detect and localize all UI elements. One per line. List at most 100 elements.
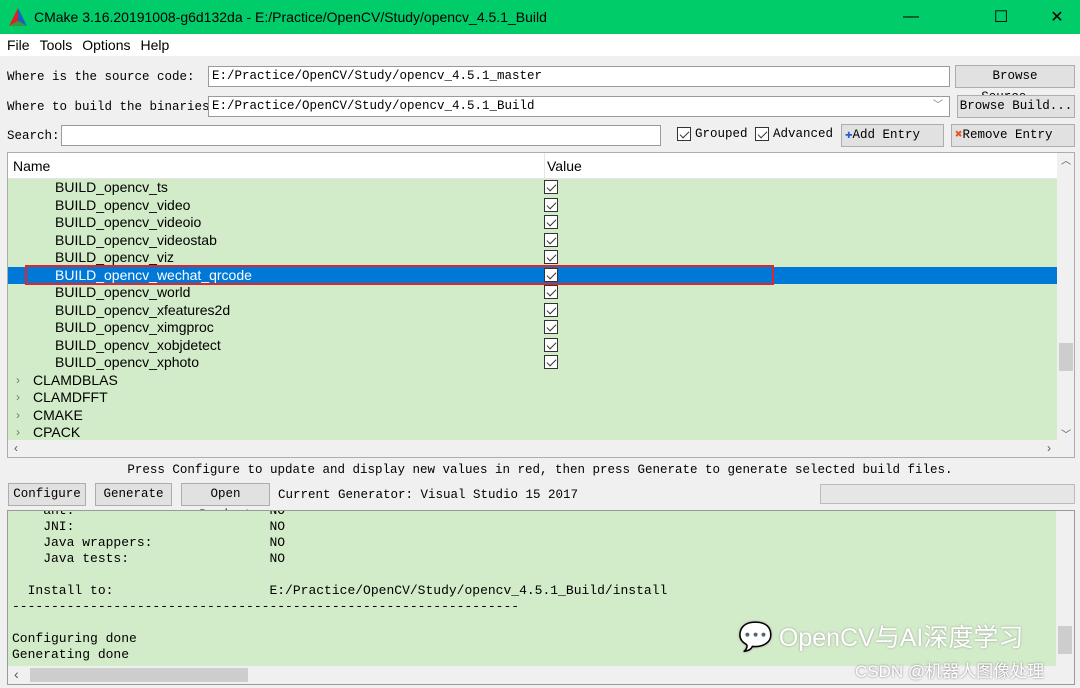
remove-entry-button[interactable]: ✖Remove Entry xyxy=(951,124,1075,147)
add-entry-button[interactable]: ✚Add Entry xyxy=(841,124,944,147)
row-name: CLAMDFFT xyxy=(33,389,108,405)
title-bar: CMake 3.16.20191008-g6d132da - E:/Practi… xyxy=(0,0,1080,34)
value-checkbox[interactable] xyxy=(544,337,558,352)
value-checkbox[interactable] xyxy=(544,302,558,317)
row-name: BUILD_opencv_ximgproc xyxy=(55,319,214,335)
menu-tools[interactable]: Tools xyxy=(40,37,73,53)
column-value[interactable]: Value xyxy=(544,153,582,179)
wechat-icon: 💬 xyxy=(738,620,773,652)
value-checkbox[interactable] xyxy=(544,197,558,212)
horizontal-scrollbar[interactable]: ‹ › xyxy=(8,440,1074,457)
table-row[interactable]: › CMAKE xyxy=(8,406,1057,424)
status-text: Press Configure to update and display ne… xyxy=(127,463,953,477)
table-row[interactable]: › CLAMDBLAS xyxy=(8,371,1057,389)
scroll-right-icon[interactable]: › xyxy=(1047,441,1051,455)
minimize-button[interactable]: — xyxy=(888,0,934,34)
table-row[interactable]: BUILD_opencv_videoio xyxy=(8,214,1057,232)
expand-chevron-icon[interactable]: › xyxy=(16,424,20,441)
table-row[interactable]: BUILD_opencv_videostab xyxy=(8,231,1057,249)
column-name[interactable]: Name xyxy=(13,158,50,174)
watermark: 💬 OpenCV与AI深度学习 xyxy=(738,618,1023,654)
maximize-button[interactable]: ☐ xyxy=(978,0,1024,34)
configure-button[interactable]: Configure xyxy=(8,483,86,506)
scrollbar-thumb[interactable] xyxy=(30,668,248,682)
remove-entry-label: Remove Entry xyxy=(962,128,1053,142)
table-row[interactable]: BUILD_opencv_xfeatures2d xyxy=(8,301,1057,319)
generate-button[interactable]: Generate xyxy=(95,483,172,506)
row-name: BUILD_opencv_videostab xyxy=(55,231,217,248)
build-combo[interactable]: E:/Practice/OpenCV/Study/opencv_4.5.1_Bu… xyxy=(208,96,950,117)
chevron-down-icon[interactable]: ﹀ xyxy=(933,97,943,116)
table-row[interactable]: › CPACK xyxy=(8,424,1057,442)
window-title: CMake 3.16.20191008-g6d132da - E:/Practi… xyxy=(34,9,547,25)
grouped-label: Grouped xyxy=(695,127,748,141)
vertical-scrollbar[interactable]: ︿ ﹀ xyxy=(1057,153,1074,441)
row-name: BUILD_opencv_world xyxy=(55,284,191,300)
menu-bar: File Tools Options Help xyxy=(0,34,1080,56)
output-vertical-scrollbar[interactable] xyxy=(1056,511,1074,684)
highlight-box xyxy=(25,265,774,285)
watermark-main: OpenCV与AI深度学习 xyxy=(778,624,1024,652)
log-line: Generating done xyxy=(12,647,130,662)
table-row[interactable]: BUILD_opencv_viz xyxy=(8,249,1057,267)
log-line: ----------------------------------------… xyxy=(12,599,520,614)
scroll-down-icon[interactable]: ﹀ xyxy=(1057,426,1074,441)
checkbox-icon xyxy=(755,127,769,141)
log-line: Java wrappers: NO xyxy=(12,535,286,550)
table-row[interactable]: BUILD_opencv_xobjdetect xyxy=(8,336,1057,354)
source-label: Where is the source code: xyxy=(7,70,195,84)
expand-chevron-icon[interactable]: › xyxy=(16,372,20,389)
checkbox-icon xyxy=(677,127,691,141)
scrollbar-thumb[interactable] xyxy=(1058,626,1072,654)
search-input[interactable] xyxy=(61,125,661,146)
browse-source-button[interactable]: Browse Source... xyxy=(955,65,1075,104)
source-input[interactable]: E:/Practice/OpenCV/Study/opencv_4.5.1_ma… xyxy=(208,66,950,87)
row-name: BUILD_opencv_videoio xyxy=(55,214,202,230)
table-row[interactable]: BUILD_opencv_world xyxy=(8,284,1057,302)
value-checkbox[interactable] xyxy=(544,320,558,334)
row-name: CMAKE xyxy=(33,406,83,423)
table-row[interactable]: BUILD_opencv_ximgproc xyxy=(8,319,1057,337)
remove-icon: ✖ xyxy=(955,128,963,142)
table-row[interactable]: BUILD_opencv_video xyxy=(8,196,1057,214)
menu-help[interactable]: Help xyxy=(141,37,170,53)
table-row[interactable]: BUILD_opencv_ts xyxy=(8,179,1057,197)
value-checkbox[interactable] xyxy=(544,232,558,247)
log-line: JNI: NO xyxy=(12,519,286,534)
scroll-up-icon[interactable]: ︿ xyxy=(1057,153,1074,171)
row-name: BUILD_opencv_xfeatures2d xyxy=(55,301,231,318)
log-line: ant: NO xyxy=(12,510,286,518)
scroll-left-icon[interactable]: ‹ xyxy=(14,441,18,455)
grouped-checkbox[interactable]: Grouped xyxy=(677,127,748,141)
watermark-sub: CSDN @机器人图像处理 xyxy=(855,662,1045,681)
value-checkbox[interactable] xyxy=(544,180,558,194)
value-checkbox[interactable] xyxy=(544,215,558,229)
row-name: CPACK xyxy=(33,424,81,440)
build-label: Where to build the binaries: xyxy=(7,100,218,114)
close-button[interactable]: ✕ xyxy=(1034,0,1080,34)
log-line: Install to: E:/Practice/OpenCV/Study/ope… xyxy=(12,583,668,598)
open-project-button[interactable]: Open Project xyxy=(181,483,270,522)
menu-options[interactable]: Options xyxy=(82,37,130,53)
value-checkbox[interactable] xyxy=(544,250,558,264)
table-row[interactable]: › CLAMDFFT xyxy=(8,389,1057,407)
menu-file[interactable]: File xyxy=(7,37,30,53)
table-row[interactable]: BUILD_opencv_xphoto xyxy=(8,354,1057,372)
table-header: Name Value xyxy=(8,153,1074,179)
log-line: Java tests: NO xyxy=(12,551,286,566)
row-name: CLAMDBLAS xyxy=(33,371,118,388)
current-generator: Current Generator: Visual Studio 15 2017 xyxy=(278,488,579,502)
browse-build-button[interactable]: Browse Build... xyxy=(957,95,1075,118)
row-name: BUILD_opencv_viz xyxy=(55,249,175,265)
expand-chevron-icon[interactable]: › xyxy=(16,407,20,424)
scrollbar-thumb[interactable] xyxy=(1059,343,1073,371)
progress-bar xyxy=(820,484,1075,504)
cache-table: Name Value BUILD_opencv_ts BUILD_opencv_v… xyxy=(7,152,1075,458)
plus-icon: ✚ xyxy=(845,128,853,142)
value-checkbox[interactable] xyxy=(544,355,558,369)
value-checkbox[interactable] xyxy=(544,285,558,299)
scroll-left-icon[interactable]: ‹ xyxy=(14,666,19,682)
expand-chevron-icon[interactable]: › xyxy=(16,389,20,406)
advanced-checkbox[interactable]: Advanced xyxy=(755,127,833,141)
